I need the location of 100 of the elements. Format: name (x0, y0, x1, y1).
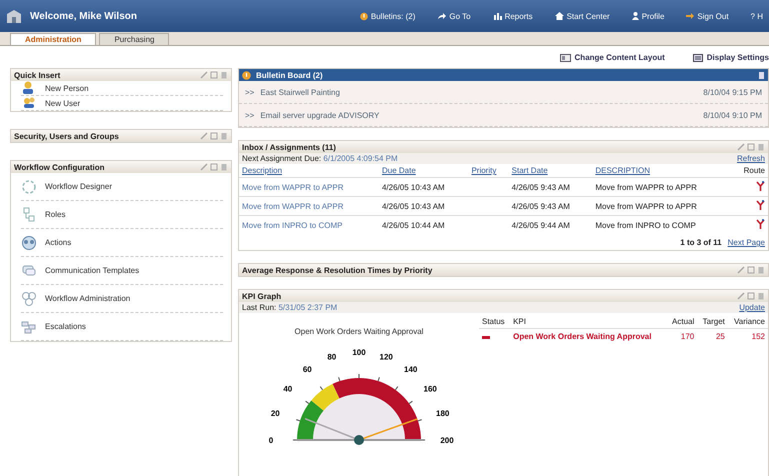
menu-link[interactable]: Roles (45, 210, 66, 219)
table-cell: 4/26/05 9:43 AM (512, 182, 570, 192)
column-header: Target (702, 317, 725, 326)
next-due-text: Next Assignment Due: 6/1/2005 4:09:54 PM (242, 154, 398, 163)
table-cell: 4/26/05 10:43 AM (382, 202, 445, 210)
table-cell: Move from WAPPR to APPR (595, 182, 697, 192)
edit-icon[interactable] (737, 266, 745, 274)
column-header: Status (482, 317, 505, 326)
assignment-link[interactable]: Move from WAPPR to APPR (242, 202, 344, 210)
panel-title: Quick Insert (14, 70, 60, 80)
header-link[interactable]: Reports (492, 12, 533, 20)
tick-label: 60 (302, 364, 312, 374)
alert-icon (360, 12, 368, 20)
route-icon[interactable] (756, 219, 765, 229)
window-icon[interactable] (747, 266, 755, 274)
header-link[interactable]: ? H (750, 12, 763, 20)
welcome-text: Welcome, Mike Wilson (30, 10, 138, 22)
column-header[interactable]: Due Date (382, 166, 416, 175)
assignment-link[interactable]: Move from INPRO to COMP (242, 220, 342, 230)
header-link[interactable]: Start Center (554, 12, 610, 20)
settings-icon (692, 54, 703, 62)
route-icon[interactable] (756, 181, 765, 191)
layout-icon (560, 54, 571, 62)
column-header[interactable]: Description (242, 166, 282, 175)
tick-label: 200 (440, 436, 454, 445)
menu-link[interactable]: Workflow Designer (45, 182, 112, 191)
tab[interactable]: Purchasing (99, 33, 170, 45)
header-link[interactable]: Bulletins: (2) (360, 12, 416, 20)
menu-link[interactable]: Escalations (45, 322, 86, 331)
last-run-text: Last Run: 5/31/05 2:37 PM (242, 303, 338, 312)
tick-label: 40 (283, 384, 292, 394)
edit-icon[interactable] (200, 163, 208, 171)
header-link[interactable]: Go To (437, 12, 471, 20)
delete-icon[interactable] (758, 71, 765, 79)
table-cell: 152 (752, 332, 765, 341)
menu-link[interactable]: Actions (45, 238, 72, 247)
window-icon[interactable] (747, 143, 755, 151)
edit-icon[interactable] (737, 292, 745, 300)
assignment-link[interactable]: Move from WAPPR to APPR (242, 182, 344, 192)
alert-icon (242, 70, 251, 80)
menu-link[interactable]: Workflow Administration (45, 294, 130, 303)
edit-icon[interactable] (200, 71, 208, 79)
edit-icon[interactable] (200, 132, 208, 140)
kpi-name: Open Work Orders Waiting Approval (513, 332, 652, 341)
page-range: 1 to 3 of 11 (680, 238, 722, 247)
header-link[interactable]: Sign Out (686, 12, 729, 20)
window-icon[interactable] (210, 163, 218, 171)
tick-label: 100 (352, 348, 366, 357)
column-header[interactable]: Priority (471, 166, 496, 175)
panel-title: KPI Graph (242, 292, 282, 300)
column-header[interactable]: Start Date (512, 166, 548, 175)
next-page-link[interactable]: Next Page (728, 238, 765, 247)
window-icon[interactable] (210, 132, 218, 140)
bullet-marker: >> (245, 110, 254, 120)
table-cell: Move from WAPPR to APPR (595, 202, 697, 210)
window-icon[interactable] (210, 71, 218, 79)
table-cell: 4/26/05 9:44 AM (512, 220, 570, 230)
arrow-icon (437, 12, 446, 20)
update-link[interactable]: Update (739, 303, 765, 312)
user-icon (21, 95, 37, 111)
bulletin-date: 8/10/04 9:15 PM (703, 88, 762, 96)
person-icon (632, 12, 639, 20)
column-header: Variance (734, 317, 765, 326)
tick-label: 160 (424, 384, 437, 394)
menu-link[interactable]: New User (45, 98, 80, 108)
header-link[interactable]: Profile (632, 12, 664, 20)
panel-title: Inbox / Assignments (11) (242, 142, 336, 152)
table-cell: 25 (716, 332, 725, 341)
menu-link[interactable]: New Person (45, 84, 89, 92)
panel-title: Security, Users and Groups (14, 132, 119, 140)
column-header: Route (744, 166, 765, 175)
building-icon (6, 9, 22, 23)
panel-title: Workflow Configuration (14, 162, 105, 172)
column-header: KPI (513, 317, 526, 326)
panel-title: Average Response & Resolution Times by Priority (242, 266, 432, 274)
tick-label: 20 (270, 408, 280, 418)
column-header[interactable]: DESCRIPTION (595, 166, 650, 175)
tick-label: 180 (436, 408, 450, 418)
tick-label: 0 (268, 436, 274, 445)
edit-icon[interactable] (737, 143, 745, 151)
bulletin-link[interactable]: Email server upgrade ADVISORY (260, 110, 380, 120)
route-icon[interactable] (756, 200, 765, 210)
bulletin-date: 8/10/04 9:10 PM (703, 110, 762, 120)
window-icon[interactable] (747, 292, 755, 300)
tick-label: 80 (327, 352, 336, 362)
tab[interactable]: Administration (10, 33, 96, 45)
tick-label: 140 (404, 364, 418, 374)
toolbar-link[interactable]: Display Settings (692, 53, 769, 62)
toolbar-link[interactable]: Change Content Layout (560, 53, 665, 62)
table-cell: 4/26/05 10:43 AM (382, 182, 445, 192)
gauge-title: Open Work Orders Waiting Approval (294, 327, 424, 336)
bulletin-link[interactable]: East Stairwell Painting (260, 88, 340, 96)
menu-link[interactable]: Communication Templates (45, 266, 140, 275)
home-icon (554, 12, 564, 20)
refresh-link[interactable]: Refresh (736, 154, 765, 163)
signout-icon (686, 12, 694, 20)
table-cell: 170 (680, 332, 694, 341)
chart-icon (492, 12, 502, 20)
table-cell: Move from INPRO to COMP (595, 220, 696, 230)
panel-title: Bulletin Board (2) (256, 70, 323, 80)
